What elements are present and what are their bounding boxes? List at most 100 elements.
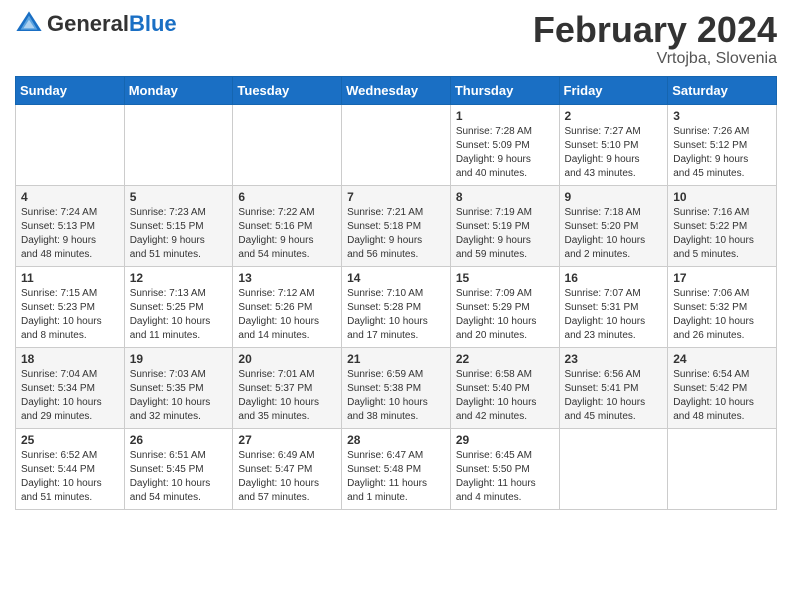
day-number: 19 — [130, 352, 228, 366]
day-number: 24 — [673, 352, 771, 366]
day-number: 5 — [130, 190, 228, 204]
day-info: Sunrise: 6:59 AM Sunset: 5:38 PM Dayligh… — [347, 368, 445, 424]
day-number: 29 — [456, 433, 554, 447]
day-number: 4 — [21, 190, 119, 204]
day-info: Sunrise: 7:07 AM Sunset: 5:31 PM Dayligh… — [565, 287, 663, 343]
day-info: Sunrise: 7:16 AM Sunset: 5:22 PM Dayligh… — [673, 206, 771, 262]
calendar-table: Sunday Monday Tuesday Wednesday Thursday… — [15, 76, 777, 510]
day-info: Sunrise: 7:21 AM Sunset: 5:18 PM Dayligh… — [347, 206, 445, 262]
day-number: 12 — [130, 271, 228, 285]
day-info: Sunrise: 7:09 AM Sunset: 5:29 PM Dayligh… — [456, 287, 554, 343]
week-row-2: 11 Sunrise: 7:15 AM Sunset: 5:23 PM Dayli… — [16, 266, 777, 347]
day-info: Sunrise: 6:49 AM Sunset: 5:47 PM Dayligh… — [238, 449, 336, 505]
table-cell: 15 Sunrise: 7:09 AM Sunset: 5:29 PM Dayli… — [450, 266, 559, 347]
location: Vrtojba, Slovenia — [533, 50, 777, 68]
day-number: 27 — [238, 433, 336, 447]
day-number: 10 — [673, 190, 771, 204]
week-row-0: 1 Sunrise: 7:28 AM Sunset: 5:09 PM Daylig… — [16, 104, 777, 185]
day-info: Sunrise: 7:26 AM Sunset: 5:12 PM Dayligh… — [673, 125, 771, 181]
day-number: 16 — [565, 271, 663, 285]
table-cell: 7Sunrise: 7:21 AM Sunset: 5:18 PM Daylig… — [342, 185, 451, 266]
table-cell: 12 Sunrise: 7:13 AM Sunset: 5:25 PM Dayli… — [124, 266, 233, 347]
day-number: 14 — [347, 271, 445, 285]
table-cell — [124, 104, 233, 185]
table-cell — [559, 428, 668, 509]
col-friday: Friday — [559, 76, 668, 104]
day-info: Sunrise: 6:45 AM Sunset: 5:50 PM Dayligh… — [456, 449, 554, 505]
table-cell: 24Sunrise: 6:54 AM Sunset: 5:42 PM Dayli… — [668, 347, 777, 428]
day-number: 8 — [456, 190, 554, 204]
day-info: Sunrise: 7:15 AM Sunset: 5:23 PM Dayligh… — [21, 287, 119, 343]
table-cell: 6 Sunrise: 7:22 AM Sunset: 5:16 PM Daylig… — [233, 185, 342, 266]
table-cell: 3 Sunrise: 7:26 AM Sunset: 5:12 PM Daylig… — [668, 104, 777, 185]
table-cell: 18Sunrise: 7:04 AM Sunset: 5:34 PM Dayli… — [16, 347, 125, 428]
col-saturday: Saturday — [668, 76, 777, 104]
day-number: 2 — [565, 109, 663, 123]
col-tuesday: Tuesday — [233, 76, 342, 104]
day-number: 22 — [456, 352, 554, 366]
day-number: 11 — [21, 271, 119, 285]
table-cell: 20Sunrise: 7:01 AM Sunset: 5:37 PM Dayli… — [233, 347, 342, 428]
day-number: 3 — [673, 109, 771, 123]
table-cell: 13Sunrise: 7:12 AM Sunset: 5:26 PM Dayli… — [233, 266, 342, 347]
table-cell: 2 Sunrise: 7:27 AM Sunset: 5:10 PM Daylig… — [559, 104, 668, 185]
week-row-1: 4Sunrise: 7:24 AM Sunset: 5:13 PM Daylig… — [16, 185, 777, 266]
day-info: Sunrise: 7:12 AM Sunset: 5:26 PM Dayligh… — [238, 287, 336, 343]
day-info: Sunrise: 7:19 AM Sunset: 5:19 PM Dayligh… — [456, 206, 554, 262]
table-cell: 25Sunrise: 6:52 AM Sunset: 5:44 PM Dayli… — [16, 428, 125, 509]
table-cell: 8 Sunrise: 7:19 AM Sunset: 5:19 PM Daylig… — [450, 185, 559, 266]
calendar-header-row: Sunday Monday Tuesday Wednesday Thursday… — [16, 76, 777, 104]
day-number: 6 — [238, 190, 336, 204]
week-row-3: 18Sunrise: 7:04 AM Sunset: 5:34 PM Dayli… — [16, 347, 777, 428]
logo-text: GeneralBlue — [47, 13, 177, 35]
day-number: 9 — [565, 190, 663, 204]
day-info: Sunrise: 7:22 AM Sunset: 5:16 PM Dayligh… — [238, 206, 336, 262]
day-info: Sunrise: 7:06 AM Sunset: 5:32 PM Dayligh… — [673, 287, 771, 343]
page-container: GeneralBlue February 2024 Vrtojba, Slove… — [0, 0, 792, 520]
table-cell: 17 Sunrise: 7:06 AM Sunset: 5:32 PM Dayli… — [668, 266, 777, 347]
day-number: 23 — [565, 352, 663, 366]
table-cell: 21 Sunrise: 6:59 AM Sunset: 5:38 PM Dayli… — [342, 347, 451, 428]
page-header: GeneralBlue February 2024 Vrtojba, Slove… — [15, 10, 777, 68]
table-cell: 9 Sunrise: 7:18 AM Sunset: 5:20 PM Daylig… — [559, 185, 668, 266]
day-info: Sunrise: 6:58 AM Sunset: 5:40 PM Dayligh… — [456, 368, 554, 424]
table-cell — [668, 428, 777, 509]
day-info: Sunrise: 6:47 AM Sunset: 5:48 PM Dayligh… — [347, 449, 445, 505]
day-number: 15 — [456, 271, 554, 285]
week-row-4: 25Sunrise: 6:52 AM Sunset: 5:44 PM Dayli… — [16, 428, 777, 509]
day-info: Sunrise: 7:28 AM Sunset: 5:09 PM Dayligh… — [456, 125, 554, 181]
col-sunday: Sunday — [16, 76, 125, 104]
table-cell: 11 Sunrise: 7:15 AM Sunset: 5:23 PM Dayli… — [16, 266, 125, 347]
table-cell: 14 Sunrise: 7:10 AM Sunset: 5:28 PM Dayli… — [342, 266, 451, 347]
table-cell — [16, 104, 125, 185]
day-info: Sunrise: 7:13 AM Sunset: 5:25 PM Dayligh… — [130, 287, 228, 343]
table-cell: 22 Sunrise: 6:58 AM Sunset: 5:40 PM Dayli… — [450, 347, 559, 428]
day-number: 17 — [673, 271, 771, 285]
day-info: Sunrise: 6:51 AM Sunset: 5:45 PM Dayligh… — [130, 449, 228, 505]
day-info: Sunrise: 7:18 AM Sunset: 5:20 PM Dayligh… — [565, 206, 663, 262]
table-cell: 4Sunrise: 7:24 AM Sunset: 5:13 PM Daylig… — [16, 185, 125, 266]
logo-general: General — [47, 11, 129, 36]
table-cell: 26 Sunrise: 6:51 AM Sunset: 5:45 PM Dayli… — [124, 428, 233, 509]
col-wednesday: Wednesday — [342, 76, 451, 104]
day-number: 28 — [347, 433, 445, 447]
day-number: 26 — [130, 433, 228, 447]
logo-icon — [15, 10, 43, 38]
day-number: 1 — [456, 109, 554, 123]
table-cell: 28 Sunrise: 6:47 AM Sunset: 5:48 PM Dayli… — [342, 428, 451, 509]
day-number: 21 — [347, 352, 445, 366]
table-cell: 23 Sunrise: 6:56 AM Sunset: 5:41 PM Dayli… — [559, 347, 668, 428]
day-info: Sunrise: 6:56 AM Sunset: 5:41 PM Dayligh… — [565, 368, 663, 424]
day-info: Sunrise: 7:03 AM Sunset: 5:35 PM Dayligh… — [130, 368, 228, 424]
day-number: 18 — [21, 352, 119, 366]
table-cell: 10 Sunrise: 7:16 AM Sunset: 5:22 PM Dayli… — [668, 185, 777, 266]
day-info: Sunrise: 7:27 AM Sunset: 5:10 PM Dayligh… — [565, 125, 663, 181]
logo: GeneralBlue — [15, 10, 177, 38]
table-cell — [342, 104, 451, 185]
table-cell: 27 Sunrise: 6:49 AM Sunset: 5:47 PM Dayli… — [233, 428, 342, 509]
day-info: Sunrise: 7:10 AM Sunset: 5:28 PM Dayligh… — [347, 287, 445, 343]
day-info: Sunrise: 7:23 AM Sunset: 5:15 PM Dayligh… — [130, 206, 228, 262]
table-cell: 1 Sunrise: 7:28 AM Sunset: 5:09 PM Daylig… — [450, 104, 559, 185]
table-cell: 19 Sunrise: 7:03 AM Sunset: 5:35 PM Dayli… — [124, 347, 233, 428]
table-cell — [233, 104, 342, 185]
